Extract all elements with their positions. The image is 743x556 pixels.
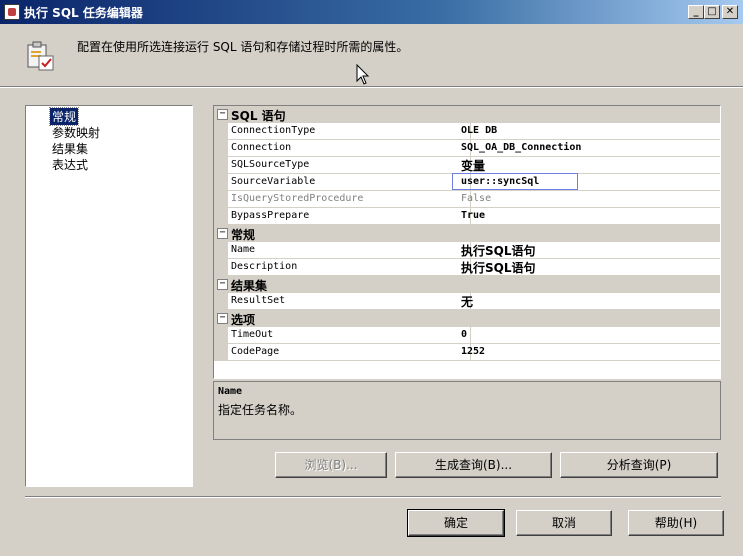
- nav-item-general[interactable]: 常规: [48, 107, 80, 126]
- property-value[interactable]: 0: [457, 327, 720, 344]
- property-name: Description: [228, 259, 471, 276]
- cancel-button[interactable]: 取消: [516, 510, 612, 536]
- property-name: ResultSet: [228, 293, 471, 310]
- property-name: SQLSourceType: [228, 157, 471, 174]
- category-label: 常规: [231, 228, 256, 242]
- header-divider: [0, 86, 743, 88]
- category-label: SQL 语句: [231, 109, 286, 123]
- collapse-icon[interactable]: −: [217, 313, 228, 324]
- category-general[interactable]: − 常规: [214, 225, 720, 242]
- property-value[interactable]: 1252: [457, 344, 720, 361]
- property-row[interactable]: SQLSourceType 变量: [214, 157, 720, 174]
- property-row[interactable]: Name 执行SQL语句: [214, 242, 720, 259]
- property-row[interactable]: TimeOut 0: [214, 327, 720, 344]
- help-button[interactable]: 帮助(H): [628, 510, 724, 536]
- property-row[interactable]: CodePage 1252: [214, 344, 720, 361]
- property-name: SourceVariable: [228, 174, 471, 191]
- property-description-panel: Name 指定任务名称。: [213, 381, 721, 440]
- property-name: BypassPrepare: [228, 208, 471, 225]
- window-title: 执行 SQL 任务编辑器: [24, 6, 143, 20]
- category-sql-statement[interactable]: − SQL 语句: [214, 106, 720, 123]
- header-description: 配置在使用所选连接运行 SQL 语句和存储过程时所需的属性。: [77, 40, 409, 54]
- ok-button[interactable]: 确定: [407, 509, 505, 537]
- property-row[interactable]: ConnectionType OLE DB: [214, 123, 720, 140]
- property-grid[interactable]: − SQL 语句 ConnectionType OLE DB Connectio…: [213, 105, 721, 379]
- nav-item-result-set[interactable]: 结果集: [50, 140, 90, 157]
- build-query-button[interactable]: 生成查询(B)...: [395, 452, 552, 478]
- property-name: TimeOut: [228, 327, 471, 344]
- task-editor-icon: [27, 41, 54, 71]
- property-row[interactable]: Connection SQL_OA_DB_Connection: [214, 140, 720, 157]
- category-label: 结果集: [231, 279, 268, 293]
- property-name: Name: [228, 242, 471, 259]
- category-options[interactable]: − 选项: [214, 310, 720, 327]
- property-name: IsQueryStoredProcedure: [228, 191, 471, 208]
- collapse-icon[interactable]: −: [217, 279, 228, 290]
- property-name: Connection: [228, 140, 471, 157]
- minimize-button[interactable]: _: [688, 5, 704, 19]
- title-bar: 执行 SQL 任务编辑器 _ □ ✕: [0, 0, 743, 24]
- footer-divider: [25, 496, 721, 498]
- category-result-set[interactable]: − 结果集: [214, 276, 720, 293]
- property-name: CodePage: [228, 344, 471, 361]
- property-value[interactable]: 变量: [457, 157, 720, 174]
- property-value: False: [457, 191, 720, 208]
- page-navigation-list[interactable]: 常规 参数映射 结果集 表达式: [25, 105, 193, 487]
- property-value[interactable]: 无: [457, 293, 720, 310]
- description-text: 指定任务名称。: [218, 403, 303, 417]
- property-value[interactable]: OLE DB: [457, 123, 720, 140]
- property-value[interactable]: 执行SQL语句: [457, 242, 720, 259]
- property-value[interactable]: 执行SQL语句: [457, 259, 720, 276]
- nav-item-parameter-mapping[interactable]: 参数映射: [50, 124, 102, 141]
- browse-button[interactable]: 浏览(B)...: [275, 452, 387, 478]
- parse-query-button[interactable]: 分析查询(P): [560, 452, 718, 478]
- description-title: Name: [218, 386, 243, 397]
- mouse-cursor-icon: [356, 64, 370, 85]
- property-row[interactable]: ResultSet 无: [214, 293, 720, 310]
- app-icon: [4, 4, 20, 20]
- property-row: IsQueryStoredProcedure False: [214, 191, 720, 208]
- nav-item-expressions[interactable]: 表达式: [50, 156, 90, 173]
- maximize-button[interactable]: □: [704, 5, 720, 19]
- property-row[interactable]: BypassPrepare True: [214, 208, 720, 225]
- property-value[interactable]: True: [457, 208, 720, 225]
- value-focus-highlight: [452, 173, 578, 190]
- collapse-icon[interactable]: −: [217, 228, 228, 239]
- property-value[interactable]: SQL_OA_DB_Connection: [457, 140, 720, 157]
- property-name: ConnectionType: [228, 123, 471, 140]
- category-label: 选项: [231, 313, 256, 327]
- property-row[interactable]: Description 执行SQL语句: [214, 259, 720, 276]
- collapse-icon[interactable]: −: [217, 109, 228, 120]
- close-button[interactable]: ✕: [722, 5, 738, 19]
